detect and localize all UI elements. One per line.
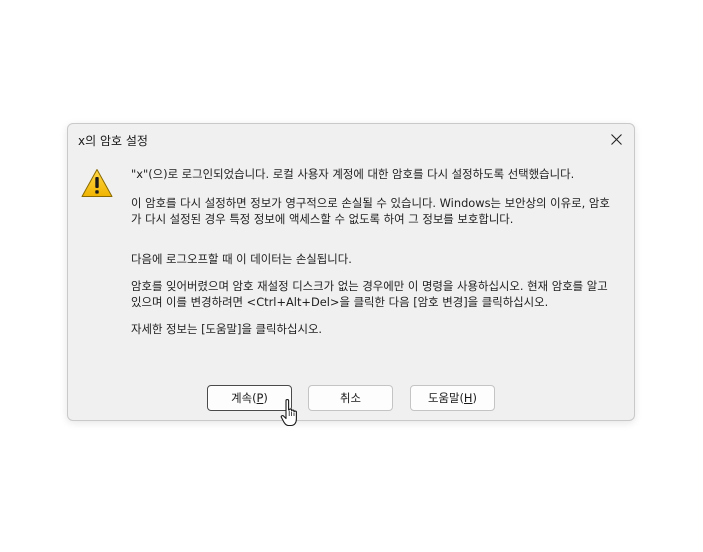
help-button-accesskey: H: [463, 391, 473, 405]
set-password-dialog: x의 암호 설정 "x"(으)로 로그인되었습니다. 로컬 사용자 계정에 대한…: [67, 123, 635, 421]
warning-icon: [81, 169, 113, 197]
message-paragraph-1: "x"(으)로 로그인되었습니다. 로컬 사용자 계정에 대한 암호를 다시 설…: [131, 167, 575, 181]
help-button-label-end: ): [472, 391, 477, 405]
cancel-button[interactable]: 취소: [308, 385, 393, 411]
continue-button-label: 계속(: [231, 391, 257, 405]
help-button[interactable]: 도움말(H): [410, 385, 495, 411]
close-button[interactable]: [606, 129, 626, 149]
hand-pointer-icon: [280, 398, 297, 427]
help-button-label: 도움말(: [428, 391, 464, 405]
message-paragraph-5: 자세한 정보는 [도움말]을 클릭하십시오.: [131, 322, 323, 336]
close-icon: [610, 133, 622, 145]
dialog-title: x의 암호 설정: [78, 134, 148, 148]
dialog-titlebar: x의 암호 설정: [68, 124, 634, 154]
continue-button-label-end: ): [263, 391, 268, 405]
message-paragraph-4: 암호를 잊어버렸으며 암호 재설정 디스크가 없는 경우에만 이 명령을 사용하…: [131, 279, 608, 309]
cancel-button-label: 취소: [340, 391, 361, 405]
dialog-message: "x"(으)로 로그인되었습니다. 로컬 사용자 계정에 대한 암호를 다시 설…: [131, 166, 619, 337]
continue-button-accesskey: P: [256, 391, 264, 405]
message-paragraph-3: 다음에 로그오프할 때 이 데이터는 손실됩니다.: [131, 252, 352, 266]
message-paragraph-2: 이 암호를 다시 설정하면 정보가 영구적으로 손실될 수 있습니다. Wind…: [131, 196, 610, 226]
